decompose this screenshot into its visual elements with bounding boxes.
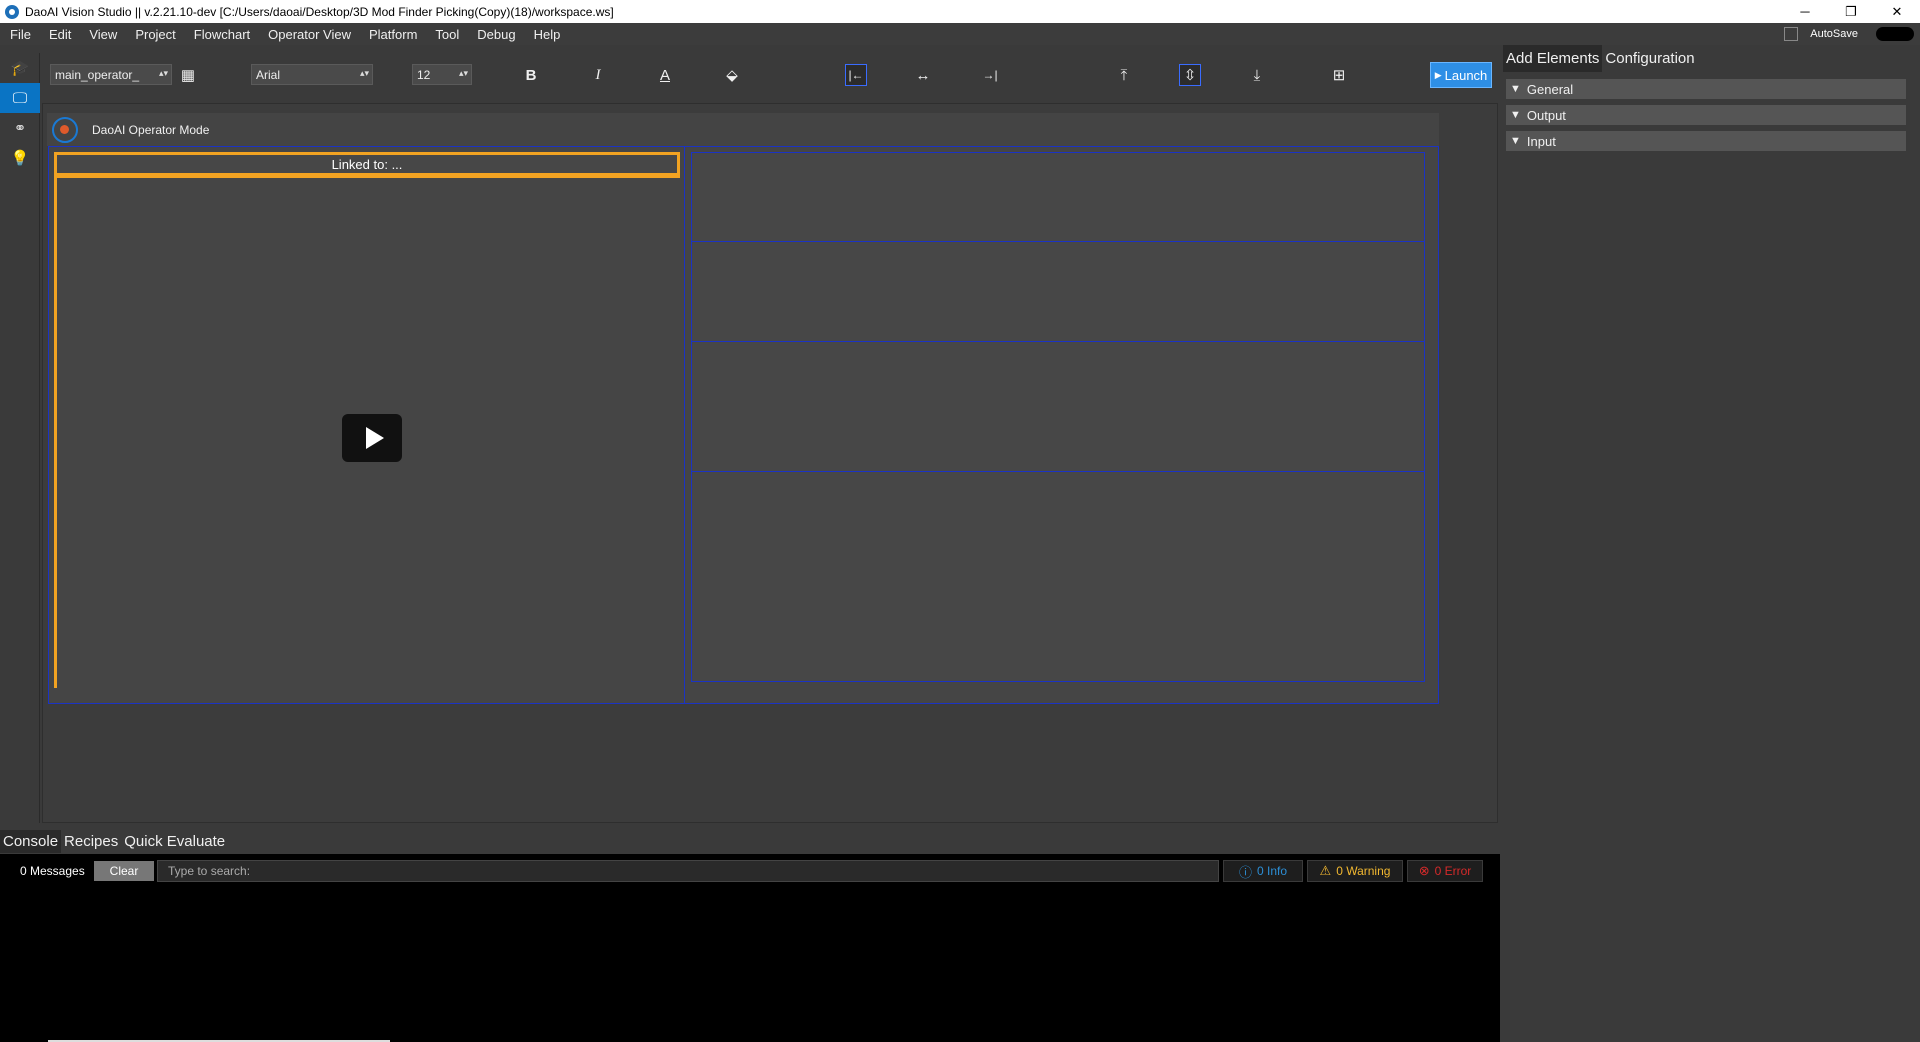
error-icon: ⊗: [1418, 863, 1430, 878]
tab-configuration[interactable]: Configuration: [1602, 45, 1697, 72]
layout-cell-2[interactable]: [691, 241, 1425, 342]
info-filter[interactable]: ⓘ 0 Info: [1223, 860, 1303, 882]
font-color-icon[interactable]: A: [654, 64, 676, 86]
save-icon[interactable]: [1784, 27, 1799, 41]
spin-arrows-icon: ▴▾: [359, 68, 369, 78]
menu-platform[interactable]: Platform: [359, 27, 425, 42]
console-panel: 0 Messages Clear ⓘ 0 Info ⚠ 0 Warning ⊗ …: [0, 854, 1500, 1042]
menu-view[interactable]: View: [79, 27, 125, 42]
error-filter[interactable]: ⊗ 0 Error: [1407, 860, 1483, 882]
section-input[interactable]: ▼ Input: [1506, 131, 1906, 151]
warning-icon: ⚠: [1319, 863, 1332, 878]
clear-button[interactable]: Clear: [94, 861, 154, 881]
triangle-down-icon: ▼: [1510, 135, 1521, 147]
app-logo-icon: [5, 4, 19, 19]
panel-tabs: Add Elements Configuration: [1503, 45, 1920, 72]
play-icon: ▶: [1434, 69, 1442, 80]
lightbulb-icon[interactable]: 💡: [0, 143, 40, 173]
minimize-button[interactable]: ─: [1782, 0, 1828, 23]
video-widget[interactable]: Linked to: ...: [54, 152, 680, 688]
layout-cell-1[interactable]: [691, 152, 1425, 242]
info-icon: ⓘ: [1238, 864, 1252, 880]
monitor-icon[interactable]: 🖵: [0, 83, 40, 113]
error-count: 0 Error: [1434, 864, 1472, 878]
daoai-logo-icon: [52, 116, 78, 143]
tab-add-elements[interactable]: Add Elements: [1503, 45, 1603, 72]
align-middle-icon[interactable]: ⇳: [1179, 64, 1201, 86]
close-button[interactable]: ✕: [1874, 0, 1920, 23]
tab-console[interactable]: Console: [0, 830, 62, 853]
spin-arrows-icon: ▴▾: [158, 68, 168, 78]
font-size-input[interactable]: 12 ▴▾: [412, 64, 472, 85]
align-right-icon[interactable]: →|: [979, 64, 1001, 86]
align-bottom-icon[interactable]: ⤓: [1246, 64, 1268, 86]
align-top-icon[interactable]: ⤒: [1113, 64, 1135, 86]
fill-color-icon[interactable]: ⬙: [721, 64, 743, 86]
section-label: General: [1526, 81, 1574, 97]
operator-view-value: main_operator_: [55, 67, 140, 82]
align-center-icon[interactable]: ↔: [912, 64, 934, 86]
info-count: 0 Info: [1256, 864, 1288, 878]
warning-filter[interactable]: ⚠ 0 Warning: [1307, 860, 1403, 882]
menu-operator-view[interactable]: Operator View: [258, 27, 359, 42]
menu-debug[interactable]: Debug: [467, 27, 523, 42]
elements-panel: Add Elements Configuration ▼ General ▼ O…: [1503, 45, 1920, 1042]
menu-tool[interactable]: Tool: [425, 27, 467, 42]
menu-file[interactable]: File: [0, 27, 39, 42]
section-output[interactable]: ▼ Output: [1506, 105, 1906, 125]
align-left-icon[interactable]: |←: [845, 64, 867, 86]
selection-edge: [54, 178, 57, 688]
menu-help[interactable]: Help: [524, 27, 569, 42]
layout-cell-3[interactable]: [691, 341, 1425, 472]
triangle-down-icon: ▼: [1510, 83, 1521, 95]
autosave-toggle[interactable]: [1876, 27, 1914, 41]
font-family-select[interactable]: Arial ▴▾: [251, 64, 373, 85]
message-count: 0 Messages: [20, 864, 85, 878]
autosave-label: AutoSave: [1810, 28, 1858, 40]
menu-bar: File Edit View Project Flowchart Operato…: [0, 23, 1920, 45]
bottom-tabs: Console Recipes Quick Evaluate: [0, 830, 1500, 853]
menu-flowchart[interactable]: Flowchart: [184, 27, 258, 42]
menu-project[interactable]: Project: [125, 27, 183, 42]
linked-to-label: Linked to: ...: [54, 152, 680, 178]
window-title: DaoAI Vision Studio || v.2.21.10-dev [C:…: [25, 4, 614, 19]
table-icon[interactable]: ▦: [177, 64, 199, 86]
format-toolbar: main_operator_ ▴▾ ▦ Arial ▴▾ 12 ▴▾ B I A…: [42, 58, 1494, 94]
layout-splitter[interactable]: [684, 146, 685, 704]
grid-layout-icon[interactable]: ⊞: [1328, 64, 1350, 86]
spin-arrows-icon: ▴▾: [458, 68, 468, 78]
restore-button[interactable]: ❐: [1828, 0, 1874, 23]
section-general[interactable]: ▼ General: [1506, 79, 1906, 99]
play-icon[interactable]: [342, 414, 402, 462]
menu-edit[interactable]: Edit: [39, 27, 79, 42]
section-label: Output: [1526, 107, 1566, 123]
operator-view-select[interactable]: main_operator_ ▴▾: [50, 64, 172, 85]
tab-quick-evaluate[interactable]: Quick Evaluate: [121, 830, 228, 853]
italic-icon[interactable]: I: [587, 64, 609, 86]
operator-mode-title: DaoAI Operator Mode: [92, 122, 210, 137]
warning-count: 0 Warning: [1336, 864, 1391, 878]
tab-recipes[interactable]: Recipes: [61, 830, 121, 853]
console-search-input[interactable]: [157, 860, 1219, 882]
bold-icon[interactable]: B: [520, 64, 542, 86]
layout-cell-4[interactable]: [691, 471, 1425, 682]
flowchart-icon[interactable]: ⚭: [0, 113, 40, 143]
launch-label: Launch: [1444, 67, 1488, 83]
section-label: Input: [1526, 133, 1556, 149]
operator-mode-header: DaoAI Operator Mode: [47, 113, 1439, 146]
font-family-value: Arial: [256, 67, 281, 82]
triangle-down-icon: ▼: [1510, 109, 1521, 121]
left-sidebar: 🎓 🖵 ⚭ 💡: [0, 53, 40, 823]
console-toolbar: 0 Messages Clear ⓘ 0 Info ⚠ 0 Warning ⊗ …: [0, 860, 1500, 882]
launch-button[interactable]: ▶ Launch: [1430, 62, 1492, 88]
font-size-value: 12: [417, 67, 431, 82]
graduation-cap-icon[interactable]: 🎓: [0, 53, 40, 83]
window-controls: ─ ❐ ✕: [1782, 0, 1920, 23]
title-bar: DaoAI Vision Studio || v.2.21.10-dev [C:…: [0, 0, 1920, 23]
autosave-area: AutoSave: [1784, 23, 1920, 45]
